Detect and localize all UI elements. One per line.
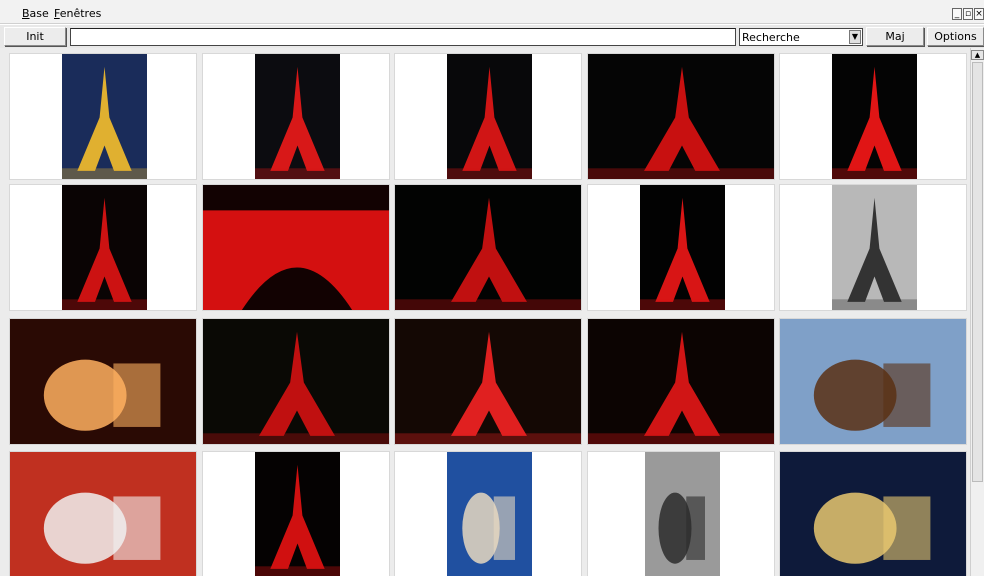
thumbnail-image xyxy=(832,54,917,179)
search-input[interactable] xyxy=(70,28,736,46)
thumbnail-image xyxy=(645,452,720,576)
thumbnail-cell[interactable] xyxy=(202,318,390,445)
thumbnail-image xyxy=(588,319,774,444)
thumbnail-cell[interactable] xyxy=(202,53,390,180)
thumbnail-grid xyxy=(0,48,970,576)
window-controls: _ ▫ × xyxy=(951,8,984,20)
thumbnail-image xyxy=(62,54,147,179)
thumbnail-cell[interactable] xyxy=(779,53,967,180)
toolbar: Init Recherche ▼ Maj Options xyxy=(0,25,984,48)
thumbnail-image xyxy=(395,185,581,310)
thumbnail-cell[interactable] xyxy=(779,184,967,311)
thumbnail-image xyxy=(10,319,196,444)
menu-bar: Base Fenêtres _ ▫ × xyxy=(0,0,984,24)
thumbnail-cell[interactable] xyxy=(779,451,967,576)
minimize-icon[interactable]: _ xyxy=(952,8,962,20)
thumbnail-cell[interactable] xyxy=(202,184,390,311)
chevron-down-icon[interactable]: ▼ xyxy=(849,30,861,44)
thumbnail-image xyxy=(62,185,147,310)
thumbnail-image xyxy=(447,452,532,576)
close-icon[interactable]: × xyxy=(974,8,984,20)
thumbnail-image xyxy=(203,319,389,444)
menu-base-label: Base xyxy=(22,7,49,20)
search-mode-value: Recherche xyxy=(742,31,800,44)
thumbnail-cell[interactable] xyxy=(779,318,967,445)
thumbnail-image xyxy=(255,54,340,179)
scroll-thumb[interactable] xyxy=(972,62,983,482)
thumbnail-image xyxy=(395,319,581,444)
thumbnail-cell[interactable] xyxy=(587,318,775,445)
menu-fenetres[interactable]: Fenêtres xyxy=(54,7,101,20)
restore-icon[interactable]: ▫ xyxy=(963,8,973,20)
thumbnail-cell[interactable] xyxy=(202,451,390,576)
thumbnail-image xyxy=(640,185,725,310)
thumbnail-cell[interactable] xyxy=(9,318,197,445)
thumbnail-cell[interactable] xyxy=(9,451,197,576)
scroll-up-icon[interactable]: ▲ xyxy=(971,50,984,60)
thumbnail-image xyxy=(588,54,774,179)
options-button[interactable]: Options xyxy=(927,27,984,46)
thumbnail-cell[interactable] xyxy=(394,184,582,311)
thumbnail-image xyxy=(780,319,966,444)
thumbnail-cell[interactable] xyxy=(394,318,582,445)
thumbnail-cell[interactable] xyxy=(587,451,775,576)
thumbnail-image xyxy=(10,452,196,576)
thumbnail-cell[interactable] xyxy=(394,53,582,180)
thumbnail-cell[interactable] xyxy=(9,184,197,311)
menu-base[interactable]: Base xyxy=(22,7,49,20)
search-mode-select[interactable]: Recherche ▼ xyxy=(739,28,863,46)
thumbnail-image xyxy=(780,452,966,576)
thumbnail-cell[interactable] xyxy=(9,53,197,180)
thumbnail-image xyxy=(832,185,917,310)
thumbnail-cell[interactable] xyxy=(587,184,775,311)
init-button[interactable]: Init xyxy=(4,27,66,46)
thumbnail-image xyxy=(203,185,389,310)
thumbnail-cell[interactable] xyxy=(394,451,582,576)
thumbnail-image xyxy=(447,54,532,179)
menu-fenetres-label: Fenêtres xyxy=(54,7,102,20)
maj-button[interactable]: Maj xyxy=(866,27,924,46)
vertical-scrollbar[interactable]: ▲ xyxy=(970,48,984,576)
thumbnail-cell[interactable] xyxy=(587,53,775,180)
thumbnail-image xyxy=(255,452,340,576)
